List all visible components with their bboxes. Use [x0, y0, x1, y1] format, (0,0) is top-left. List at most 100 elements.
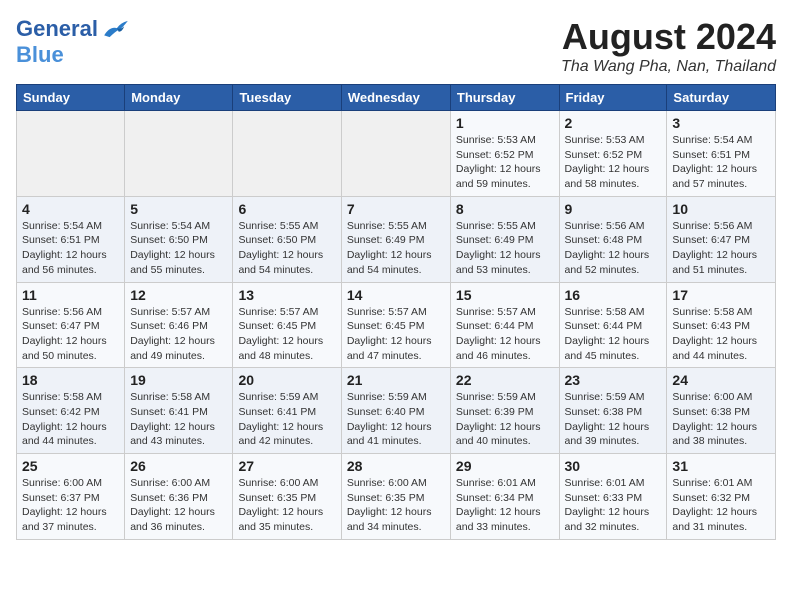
day-number: 16 [565, 287, 662, 303]
day-number: 18 [22, 372, 119, 388]
weekday-header-wednesday: Wednesday [341, 85, 450, 111]
day-info: Sunrise: 6:00 AM Sunset: 6:36 PM Dayligh… [130, 476, 227, 535]
day-info: Sunrise: 5:58 AM Sunset: 6:42 PM Dayligh… [22, 390, 119, 449]
weekday-header-row: SundayMondayTuesdayWednesdayThursdayFrid… [17, 85, 776, 111]
calendar-day-cell: 18 Sunrise: 5:58 AM Sunset: 6:42 PM Dayli… [17, 368, 125, 454]
weekday-header-tuesday: Tuesday [233, 85, 341, 111]
logo-general-text: General [16, 16, 98, 42]
calendar-week-row: 1 Sunrise: 5:53 AM Sunset: 6:52 PM Daylig… [17, 111, 776, 197]
page-header: General Blue August 2024 Tha Wang Pha, N… [16, 16, 776, 76]
day-info: Sunrise: 5:57 AM Sunset: 6:46 PM Dayligh… [130, 305, 227, 364]
calendar-week-row: 4 Sunrise: 5:54 AM Sunset: 6:51 PM Daylig… [17, 196, 776, 282]
day-number: 12 [130, 287, 227, 303]
calendar-day-cell: 22Sunrise: 5:59 AM Sunset: 6:39 PM Dayli… [450, 368, 559, 454]
day-info: Sunrise: 5:53 AM Sunset: 6:52 PM Dayligh… [456, 133, 554, 192]
day-number: 1 [456, 115, 554, 131]
day-number: 4 [22, 201, 119, 217]
day-info: Sunrise: 5:54 AM Sunset: 6:51 PM Dayligh… [22, 219, 119, 278]
day-number: 26 [130, 458, 227, 474]
calendar-day-cell [233, 111, 341, 197]
day-number: 23 [565, 372, 662, 388]
day-info: Sunrise: 5:53 AM Sunset: 6:52 PM Dayligh… [565, 133, 662, 192]
day-number: 11 [22, 287, 119, 303]
calendar-day-cell: 3 Sunrise: 5:54 AM Sunset: 6:51 PM Daylig… [667, 111, 776, 197]
calendar-day-cell [341, 111, 450, 197]
calendar-day-cell: 2 Sunrise: 5:53 AM Sunset: 6:52 PM Daylig… [559, 111, 667, 197]
day-info: Sunrise: 5:59 AM Sunset: 6:39 PM Dayligh… [456, 390, 554, 449]
day-info: Sunrise: 5:57 AM Sunset: 6:45 PM Dayligh… [238, 305, 335, 364]
calendar-day-cell: 31Sunrise: 6:01 AM Sunset: 6:32 PM Dayli… [667, 454, 776, 540]
calendar-day-cell: 4 Sunrise: 5:54 AM Sunset: 6:51 PM Daylig… [17, 196, 125, 282]
day-info: Sunrise: 6:00 AM Sunset: 6:35 PM Dayligh… [238, 476, 335, 535]
calendar-day-cell: 26 Sunrise: 6:00 AM Sunset: 6:36 PM Dayli… [125, 454, 233, 540]
calendar-day-cell [125, 111, 233, 197]
logo-bird-icon [102, 19, 130, 39]
day-number: 21 [347, 372, 445, 388]
day-number: 2 [565, 115, 662, 131]
day-number: 7 [347, 201, 445, 217]
calendar-day-cell: 8Sunrise: 5:55 AM Sunset: 6:49 PM Daylig… [450, 196, 559, 282]
day-number: 20 [238, 372, 335, 388]
day-info: Sunrise: 5:58 AM Sunset: 6:43 PM Dayligh… [672, 305, 770, 364]
day-info: Sunrise: 5:59 AM Sunset: 6:41 PM Dayligh… [238, 390, 335, 449]
calendar-day-cell: 30 Sunrise: 6:01 AM Sunset: 6:33 PM Dayli… [559, 454, 667, 540]
location-title: Tha Wang Pha, Nan, Thailand [561, 58, 776, 76]
day-info: Sunrise: 5:59 AM Sunset: 6:40 PM Dayligh… [347, 390, 445, 449]
day-number: 17 [672, 287, 770, 303]
month-year-title: August 2024 [561, 16, 776, 58]
day-info: Sunrise: 5:55 AM Sunset: 6:50 PM Dayligh… [238, 219, 335, 278]
logo-blue-text: Blue [16, 42, 64, 68]
calendar-header: SundayMondayTuesdayWednesdayThursdayFrid… [17, 85, 776, 111]
day-number: 3 [672, 115, 770, 131]
day-info: Sunrise: 5:54 AM Sunset: 6:50 PM Dayligh… [130, 219, 227, 278]
calendar-day-cell: 6Sunrise: 5:55 AM Sunset: 6:50 PM Daylig… [233, 196, 341, 282]
day-info: Sunrise: 6:01 AM Sunset: 6:34 PM Dayligh… [456, 476, 554, 535]
day-info: Sunrise: 5:59 AM Sunset: 6:38 PM Dayligh… [565, 390, 662, 449]
day-number: 30 [565, 458, 662, 474]
day-number: 29 [456, 458, 554, 474]
day-info: Sunrise: 5:57 AM Sunset: 6:45 PM Dayligh… [347, 305, 445, 364]
calendar-day-cell: 13 Sunrise: 5:57 AM Sunset: 6:45 PM Dayli… [233, 282, 341, 368]
weekday-header-friday: Friday [559, 85, 667, 111]
day-info: Sunrise: 6:00 AM Sunset: 6:35 PM Dayligh… [347, 476, 445, 535]
calendar-day-cell: 24Sunrise: 6:00 AM Sunset: 6:38 PM Dayli… [667, 368, 776, 454]
calendar-week-row: 25 Sunrise: 6:00 AM Sunset: 6:37 PM Dayli… [17, 454, 776, 540]
day-number: 14 [347, 287, 445, 303]
calendar-day-cell [17, 111, 125, 197]
calendar-day-cell: 21 Sunrise: 5:59 AM Sunset: 6:40 PM Dayli… [341, 368, 450, 454]
calendar-day-cell: 7 Sunrise: 5:55 AM Sunset: 6:49 PM Daylig… [341, 196, 450, 282]
weekday-header-saturday: Saturday [667, 85, 776, 111]
day-number: 25 [22, 458, 119, 474]
calendar-day-cell: 20 Sunrise: 5:59 AM Sunset: 6:41 PM Dayli… [233, 368, 341, 454]
logo: General Blue [16, 16, 130, 68]
weekday-header-sunday: Sunday [17, 85, 125, 111]
day-info: Sunrise: 6:00 AM Sunset: 6:37 PM Dayligh… [22, 476, 119, 535]
day-number: 19 [130, 372, 227, 388]
day-info: Sunrise: 5:55 AM Sunset: 6:49 PM Dayligh… [456, 219, 554, 278]
day-number: 13 [238, 287, 335, 303]
day-number: 5 [130, 201, 227, 217]
day-number: 15 [456, 287, 554, 303]
day-number: 10 [672, 201, 770, 217]
calendar-day-cell: 12 Sunrise: 5:57 AM Sunset: 6:46 PM Dayli… [125, 282, 233, 368]
calendar-day-cell: 11 Sunrise: 5:56 AM Sunset: 6:47 PM Dayli… [17, 282, 125, 368]
calendar-day-cell: 27Sunrise: 6:00 AM Sunset: 6:35 PM Dayli… [233, 454, 341, 540]
calendar-day-cell: 15 Sunrise: 5:57 AM Sunset: 6:44 PM Dayli… [450, 282, 559, 368]
day-info: Sunrise: 6:01 AM Sunset: 6:32 PM Dayligh… [672, 476, 770, 535]
calendar-day-cell: 19Sunrise: 5:58 AM Sunset: 6:41 PM Dayli… [125, 368, 233, 454]
calendar-day-cell: 14 Sunrise: 5:57 AM Sunset: 6:45 PM Dayli… [341, 282, 450, 368]
day-number: 28 [347, 458, 445, 474]
day-info: Sunrise: 6:01 AM Sunset: 6:33 PM Dayligh… [565, 476, 662, 535]
calendar-day-cell: 5 Sunrise: 5:54 AM Sunset: 6:50 PM Daylig… [125, 196, 233, 282]
calendar-day-cell: 28 Sunrise: 6:00 AM Sunset: 6:35 PM Dayli… [341, 454, 450, 540]
day-info: Sunrise: 5:56 AM Sunset: 6:47 PM Dayligh… [672, 219, 770, 278]
day-number: 9 [565, 201, 662, 217]
day-info: Sunrise: 5:56 AM Sunset: 6:47 PM Dayligh… [22, 305, 119, 364]
day-info: Sunrise: 5:54 AM Sunset: 6:51 PM Dayligh… [672, 133, 770, 192]
title-block: August 2024 Tha Wang Pha, Nan, Thailand [561, 16, 776, 76]
calendar-day-cell: 1 Sunrise: 5:53 AM Sunset: 6:52 PM Daylig… [450, 111, 559, 197]
day-info: Sunrise: 5:55 AM Sunset: 6:49 PM Dayligh… [347, 219, 445, 278]
calendar-day-cell: 23 Sunrise: 5:59 AM Sunset: 6:38 PM Dayli… [559, 368, 667, 454]
day-info: Sunrise: 5:57 AM Sunset: 6:44 PM Dayligh… [456, 305, 554, 364]
calendar-day-cell: 16Sunrise: 5:58 AM Sunset: 6:44 PM Dayli… [559, 282, 667, 368]
